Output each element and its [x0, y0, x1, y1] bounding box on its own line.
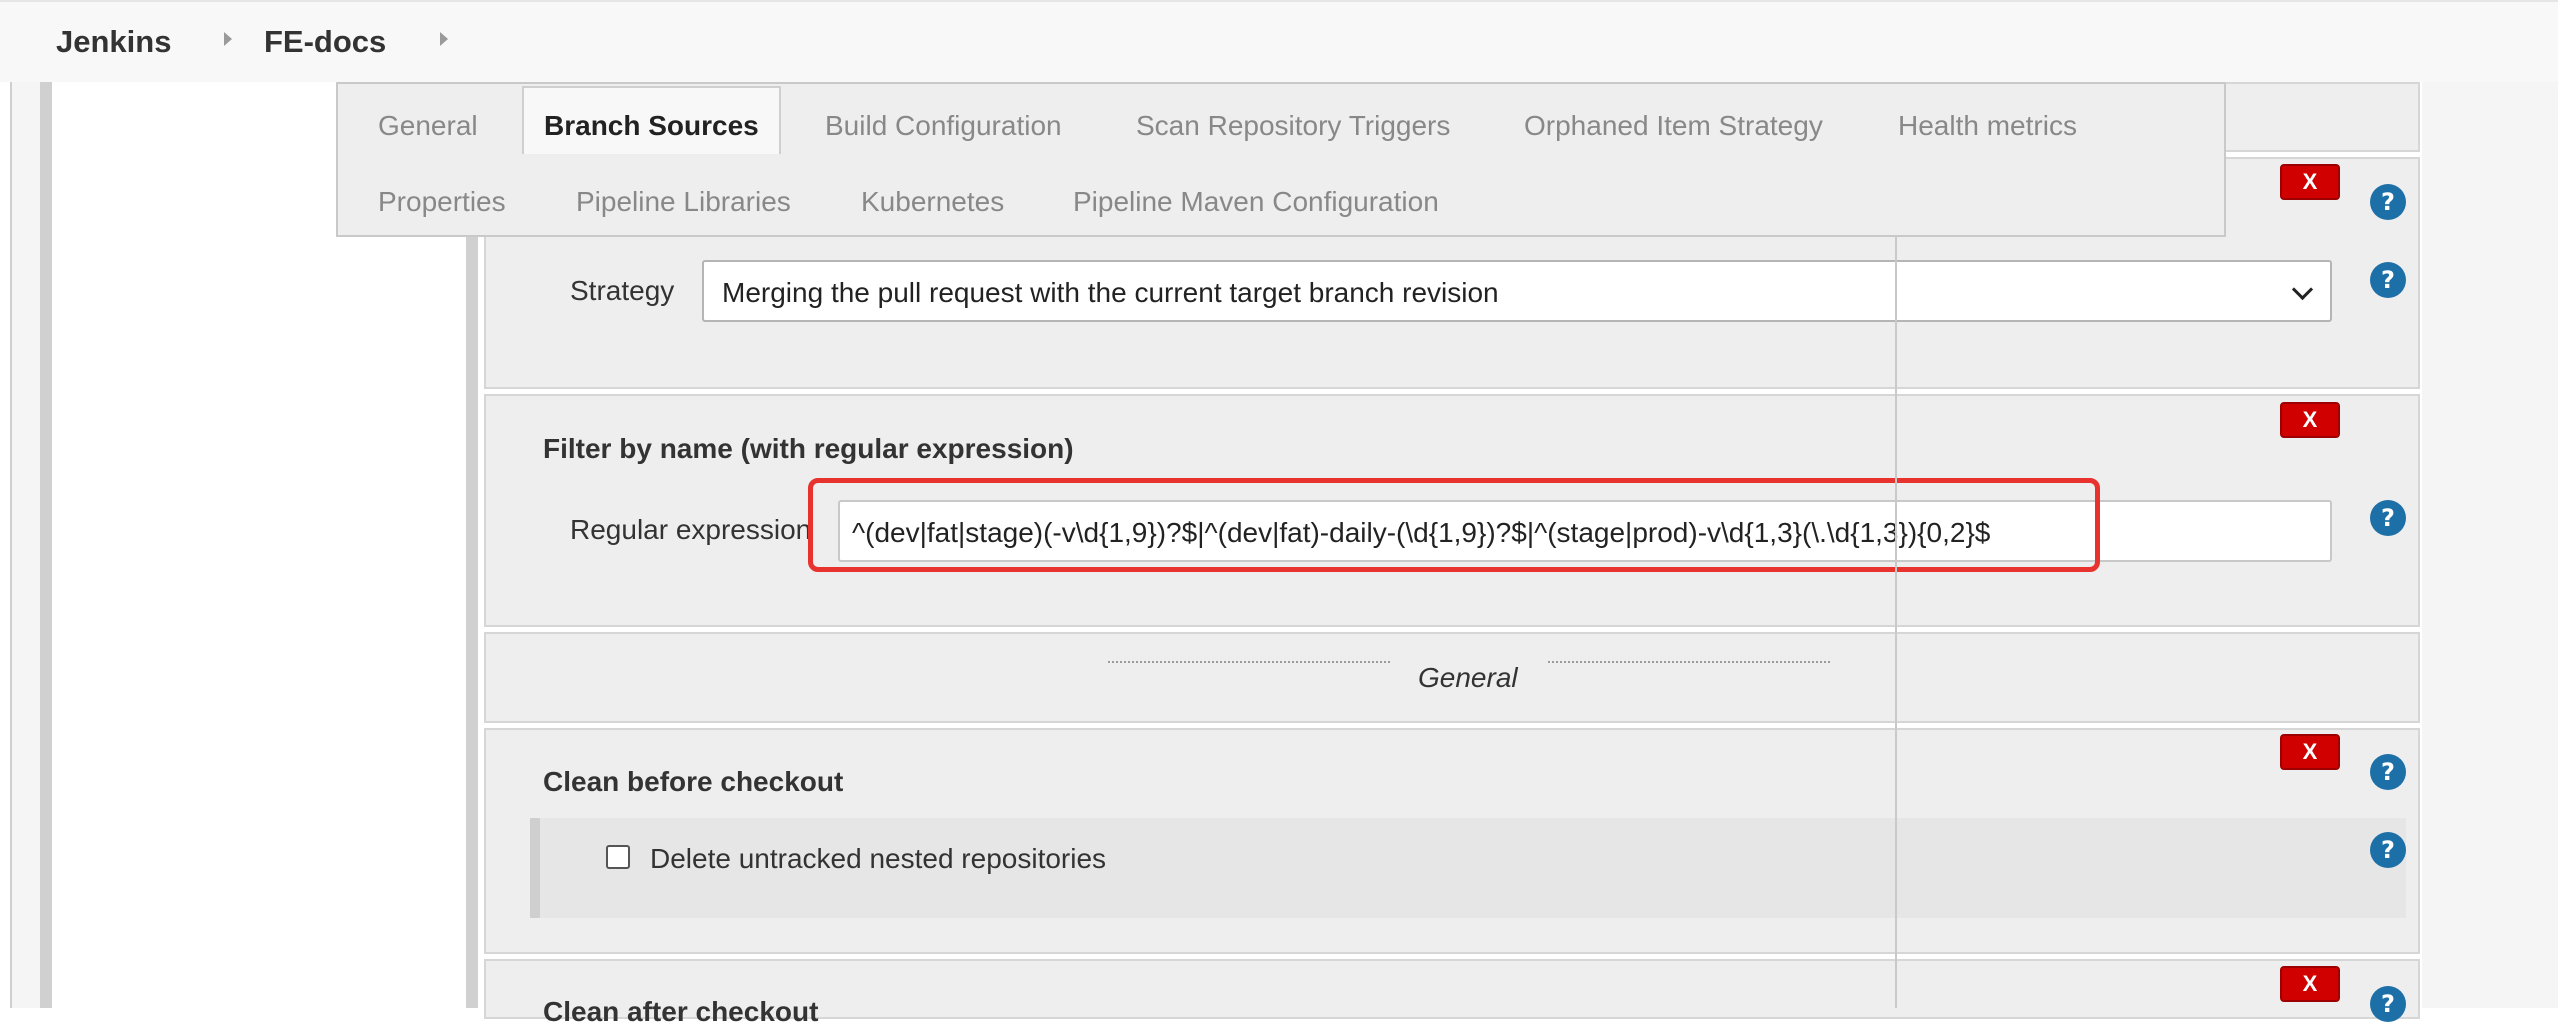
config-side-bar [40, 82, 52, 1008]
tab-scan-repository-triggers[interactable]: Scan Repository Triggers [1136, 110, 1450, 142]
strategy-select[interactable]: Merging the pull request with the curren… [702, 260, 2332, 322]
divider-line [1108, 661, 1390, 663]
help-icon[interactable]: ? [2370, 500, 2406, 536]
breadcrumb: Jenkins FE-docs [0, 0, 2558, 82]
tab-pipeline-libraries[interactable]: Pipeline Libraries [576, 186, 791, 218]
delete-button[interactable]: X [2280, 734, 2340, 770]
tab-general[interactable]: General [378, 110, 478, 142]
tab-build-configuration[interactable]: Build Configuration [825, 110, 1062, 142]
regex-highlight-box [808, 478, 2100, 572]
tab-branch-sources[interactable]: Branch Sources [522, 86, 781, 154]
page-border [10, 82, 12, 1008]
tab-pipeline-maven-configuration[interactable]: Pipeline Maven Configuration [1073, 186, 1439, 218]
help-icon[interactable]: ? [2370, 262, 2406, 298]
delete-button[interactable]: X [2280, 164, 2340, 200]
strategy-selected-value: Merging the pull request with the curren… [722, 277, 1499, 308]
tab-health-metrics[interactable]: Health metrics [1898, 110, 2077, 142]
delete-button[interactable]: X [2280, 402, 2340, 438]
general-divider-label: General [1418, 662, 1518, 693]
tab-kubernetes[interactable]: Kubernetes [861, 186, 1004, 218]
nested-options-bar [530, 818, 540, 918]
chevron-down-icon [2291, 278, 2314, 301]
delete-untracked-checkbox[interactable] [606, 845, 630, 869]
breadcrumb-jenkins[interactable]: Jenkins [56, 24, 171, 60]
strategy-label: Strategy [570, 275, 675, 306]
breadcrumb-separator-icon[interactable] [224, 32, 232, 46]
delete-untracked-label[interactable]: Delete untracked nested repositories [650, 843, 1106, 875]
tab-properties[interactable]: Properties [378, 186, 506, 218]
breadcrumb-separator-icon[interactable] [440, 32, 448, 46]
help-icon[interactable]: ? [2370, 184, 2406, 220]
clean-before-checkout-title: Clean before checkout [543, 766, 844, 797]
delete-button[interactable]: X [2280, 966, 2340, 1002]
clean-after-checkout-title: Clean after checkout [543, 996, 819, 1027]
filter-by-name-title: Filter by name (with regular expression) [543, 433, 1074, 464]
tab-orphaned-item-strategy[interactable]: Orphaned Item Strategy [1524, 110, 1823, 142]
divider-line [1548, 661, 1830, 663]
help-icon[interactable]: ? [2370, 832, 2406, 868]
breadcrumb-fe-docs[interactable]: FE-docs [264, 24, 386, 60]
regex-label: Regular expression [570, 514, 812, 545]
help-icon[interactable]: ? [2370, 986, 2406, 1022]
help-icon[interactable]: ? [2370, 754, 2406, 790]
